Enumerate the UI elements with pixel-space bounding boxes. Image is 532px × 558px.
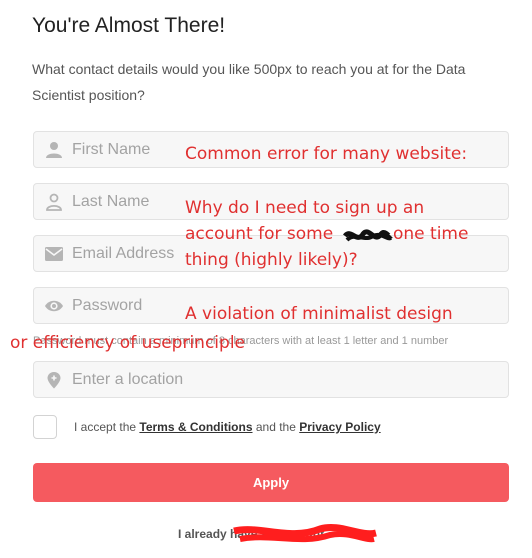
envelope-icon [45,247,63,261]
annotation-line-6: or efficiency of useprinciple [10,333,246,353]
accept-prefix: I accept the [74,420,137,434]
signin-link[interactable]: I already have an account [178,527,324,541]
map-pin-icon [47,372,61,389]
annotation-line-3b: one time [393,224,469,244]
accept-middle: and the [255,420,296,434]
user-outline-icon [46,193,62,211]
annotation-line-4: thing (highly likely)? [185,250,358,270]
annotation-line-2: Why do I need to sign up an [185,198,425,218]
location-field[interactable] [33,361,509,398]
page-subtitle: What contact details would you like 500p… [32,61,466,103]
privacy-link[interactable]: Privacy Policy [299,420,380,434]
annotation-line-5: A violation of minimalist design [185,304,453,324]
apply-button[interactable]: Apply [33,463,509,502]
annotation-line-3: account for some [185,224,334,244]
terms-link[interactable]: Terms & Conditions [139,420,252,434]
location-input[interactable] [72,362,212,397]
page-title: You're Almost There! [32,14,226,37]
eye-icon [45,300,63,312]
accept-terms-checkbox[interactable] [33,415,57,439]
accept-terms-label: I accept the Terms & Conditions and the … [74,420,381,434]
user-icon [46,142,62,158]
annotation-line-1: Common error for many website: [185,144,468,164]
